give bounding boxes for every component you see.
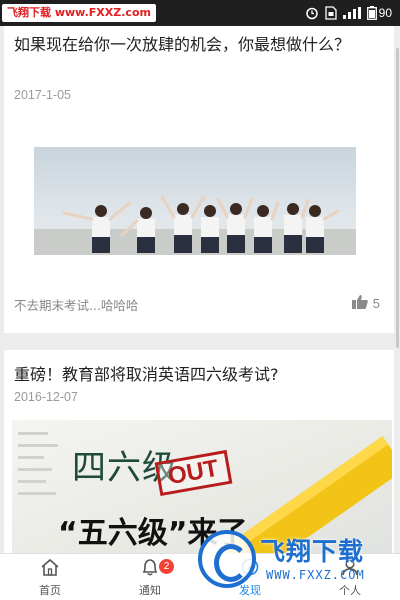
card-title: 如果现在给你一次放肆的机会，你最想做什么？ <box>14 35 351 54</box>
battery: 90 <box>366 6 392 20</box>
watermark-title: 飞翔下载 <box>260 537 365 566</box>
card-title: 重磅！教育部将取消英语四六级考试? <box>14 365 279 384</box>
tab-notifications[interactable]: 通知 2 <box>100 554 200 600</box>
feed-list[interactable]: 如果现在给你一次放肆的机会，你最想做什么？ 2017-1-05 不去期末考试..… <box>0 26 400 553</box>
watermark-top: 飞翔下载 www.FXXZ.com <box>2 4 156 22</box>
watermark-url: WWW.FXXZ.COM <box>266 568 365 582</box>
card-image <box>34 147 356 255</box>
tab-home[interactable]: 首页 <box>0 554 100 600</box>
tab-label: 通知 <box>139 583 161 597</box>
scrollbar[interactable] <box>396 48 399 348</box>
thumbs-up-icon <box>351 294 368 313</box>
tab-label: 发现 <box>239 583 261 597</box>
notification-badge: 2 <box>159 559 174 574</box>
feed-card[interactable]: 如果现在给你一次放肆的机会，你最想做什么？ 2017-1-05 不去期末考试..… <box>4 26 394 333</box>
like-count: 5 <box>372 296 380 311</box>
tab-label: 首页 <box>39 583 61 597</box>
alarm-icon <box>305 6 319 20</box>
tab-label: 个人 <box>339 583 361 597</box>
card-date: 2017-1-05 <box>14 88 71 102</box>
battery-level: 90 <box>378 6 392 20</box>
home-icon <box>40 558 60 580</box>
sim-icon <box>324 6 337 20</box>
battery-icon <box>366 6 377 20</box>
status-bar: 飞翔下载 www.FXXZ.com 90 <box>0 0 400 26</box>
status-icons: 90 <box>305 0 392 26</box>
card-snippet: 不去期末考试...哈哈哈 <box>14 298 139 313</box>
like-button[interactable]: 5 <box>351 294 380 313</box>
bell-icon <box>140 558 160 580</box>
watermark-logo <box>198 530 256 588</box>
card-date: 2016-12-07 <box>14 390 78 404</box>
signal-icon <box>342 7 361 19</box>
feed-card[interactable]: 重磅！教育部将取消英语四六级考试? 2016-12-07 四六级 OUT “五六… <box>4 350 394 553</box>
